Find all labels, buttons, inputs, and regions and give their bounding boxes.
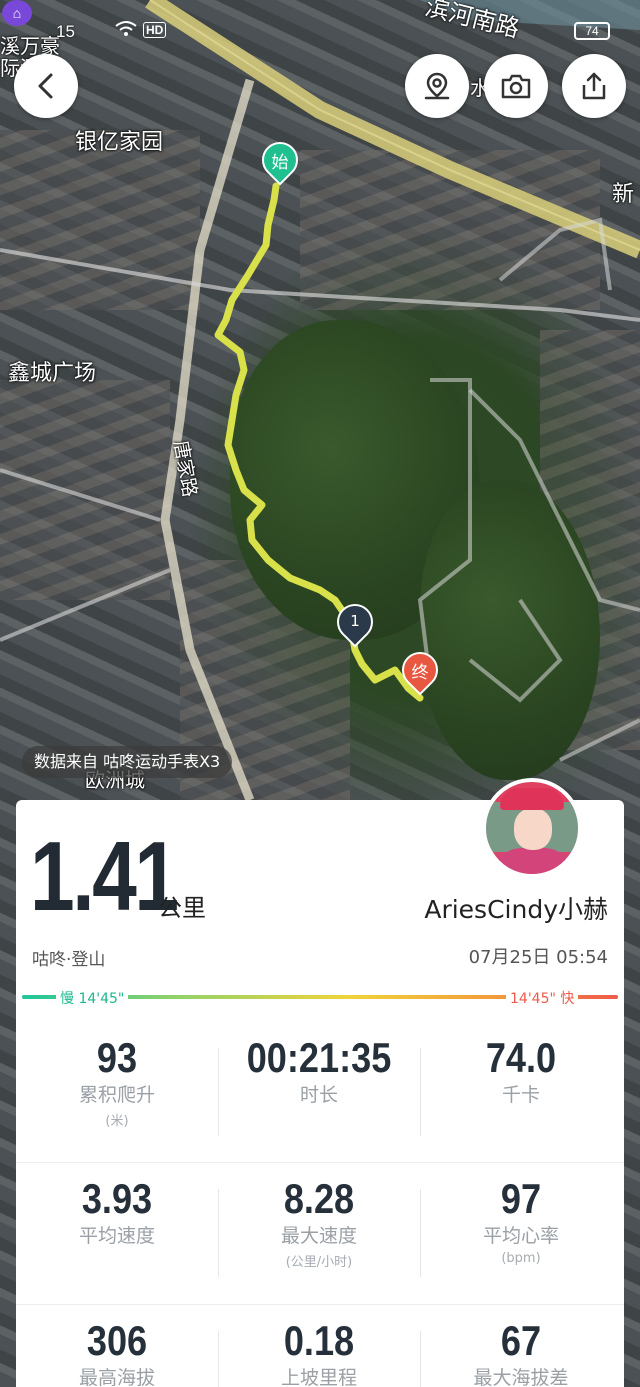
stat-uphill-distance: 0.18 上坡里程: [218, 1305, 420, 1387]
stat-label: 时长: [299, 1084, 338, 1106]
stat-value: 306: [86, 1317, 148, 1364]
back-button[interactable]: [14, 54, 78, 118]
map-label-right: 新: [612, 182, 635, 207]
start-marker-label: 始: [271, 153, 289, 173]
stat-label: 最高海拔: [78, 1367, 155, 1387]
username[interactable]: AriesCindy小赫: [424, 890, 608, 926]
stat-label: 平均速度: [78, 1225, 155, 1247]
map-label-yinyi: 银亿家园: [75, 130, 164, 155]
camera-button[interactable]: [484, 54, 548, 118]
stat-value: 3.93: [81, 1175, 153, 1222]
stat-value: 97: [500, 1175, 542, 1222]
stats-row: 93 累积爬升 (米) 00:21:35 时长 74.0 千卡: [16, 1022, 624, 1162]
avatar[interactable]: [482, 778, 582, 878]
status-bar: ⌂ 15 HD 74: [0, 0, 640, 60]
wifi-icon: [114, 20, 138, 43]
sport-type: 咕咚·登山: [32, 950, 106, 970]
stat-label: 累积爬升: [78, 1084, 155, 1106]
stat-avg-speed: 3.93 平均速度: [16, 1163, 218, 1303]
stat-max-elevation-diff: 67 最大海拔差: [420, 1305, 622, 1387]
stats-row: 306 最高海拔 0.18 上坡里程 67 最大海拔差: [16, 1304, 624, 1387]
stat-label: 平均心率: [482, 1225, 559, 1247]
stat-value: 0.18: [283, 1317, 355, 1364]
start-marker[interactable]: 始: [254, 134, 306, 186]
km-marker[interactable]: 1: [329, 596, 381, 648]
stat-value: 8.28: [283, 1175, 355, 1222]
end-marker[interactable]: 终: [394, 644, 446, 696]
stat-max-altitude: 306 最高海拔: [16, 1305, 218, 1387]
stat-duration: 00:21:35 时长: [218, 1022, 420, 1162]
km-marker-label: 1: [350, 612, 360, 630]
stat-unit: (公里/小时): [285, 1255, 353, 1270]
stat-total-ascent: 93 累积爬升 (米): [16, 1022, 218, 1162]
distance-unit: 公里: [158, 894, 206, 922]
pace-fast-label: 14'45" 快: [506, 988, 579, 1008]
hd-badge: HD: [143, 22, 167, 38]
stat-label: 最大海拔差: [473, 1367, 569, 1387]
stat-unit: (bpm): [501, 1251, 541, 1266]
workout-datetime: 07月25日 05:54: [468, 947, 608, 968]
stats-row: 3.93 平均速度 8.28 最大速度 (公里/小时) 97 平均心率 (bpm…: [16, 1162, 624, 1302]
pace-slow-label: 慢 14'45": [56, 988, 129, 1008]
stat-value: 00:21:35: [246, 1034, 392, 1081]
stat-label: 千卡: [501, 1084, 540, 1106]
share-icon: [582, 72, 606, 100]
location-button[interactable]: [405, 54, 469, 118]
stat-calories: 74.0 千卡: [420, 1022, 622, 1162]
stat-value: 67: [500, 1317, 542, 1364]
stat-max-speed: 8.28 最大速度 (公里/小时): [218, 1163, 420, 1303]
data-source-badge: 数据来自 咕咚运动手表X3: [22, 746, 233, 778]
location-pin-icon: [424, 72, 450, 100]
stat-value: 93: [96, 1034, 138, 1081]
stat-label: 最大速度: [280, 1225, 357, 1247]
share-button[interactable]: [562, 54, 626, 118]
end-marker-label: 终: [411, 663, 429, 683]
map-roads-and-route: [0, 0, 640, 800]
stat-avg-heart-rate: 97 平均心率 (bpm): [420, 1163, 622, 1303]
map-label-xincheng: 鑫城广场: [8, 361, 97, 386]
stat-value: 74.0: [485, 1034, 557, 1081]
battery-icon: 74: [574, 22, 610, 40]
status-time: 15: [56, 22, 75, 41]
back-arrow-icon: [38, 73, 53, 99]
distance-value: 1.41: [30, 821, 179, 931]
camera-icon: [501, 74, 531, 99]
stat-label: 上坡里程: [280, 1367, 357, 1387]
hotel-icon: ⌂: [2, 0, 32, 26]
workout-summary-card: 1.41 公里 AriesCindy小赫 咕咚·登山 07月25日 05:54 …: [16, 778, 624, 1387]
stat-unit: (米): [105, 1114, 129, 1129]
